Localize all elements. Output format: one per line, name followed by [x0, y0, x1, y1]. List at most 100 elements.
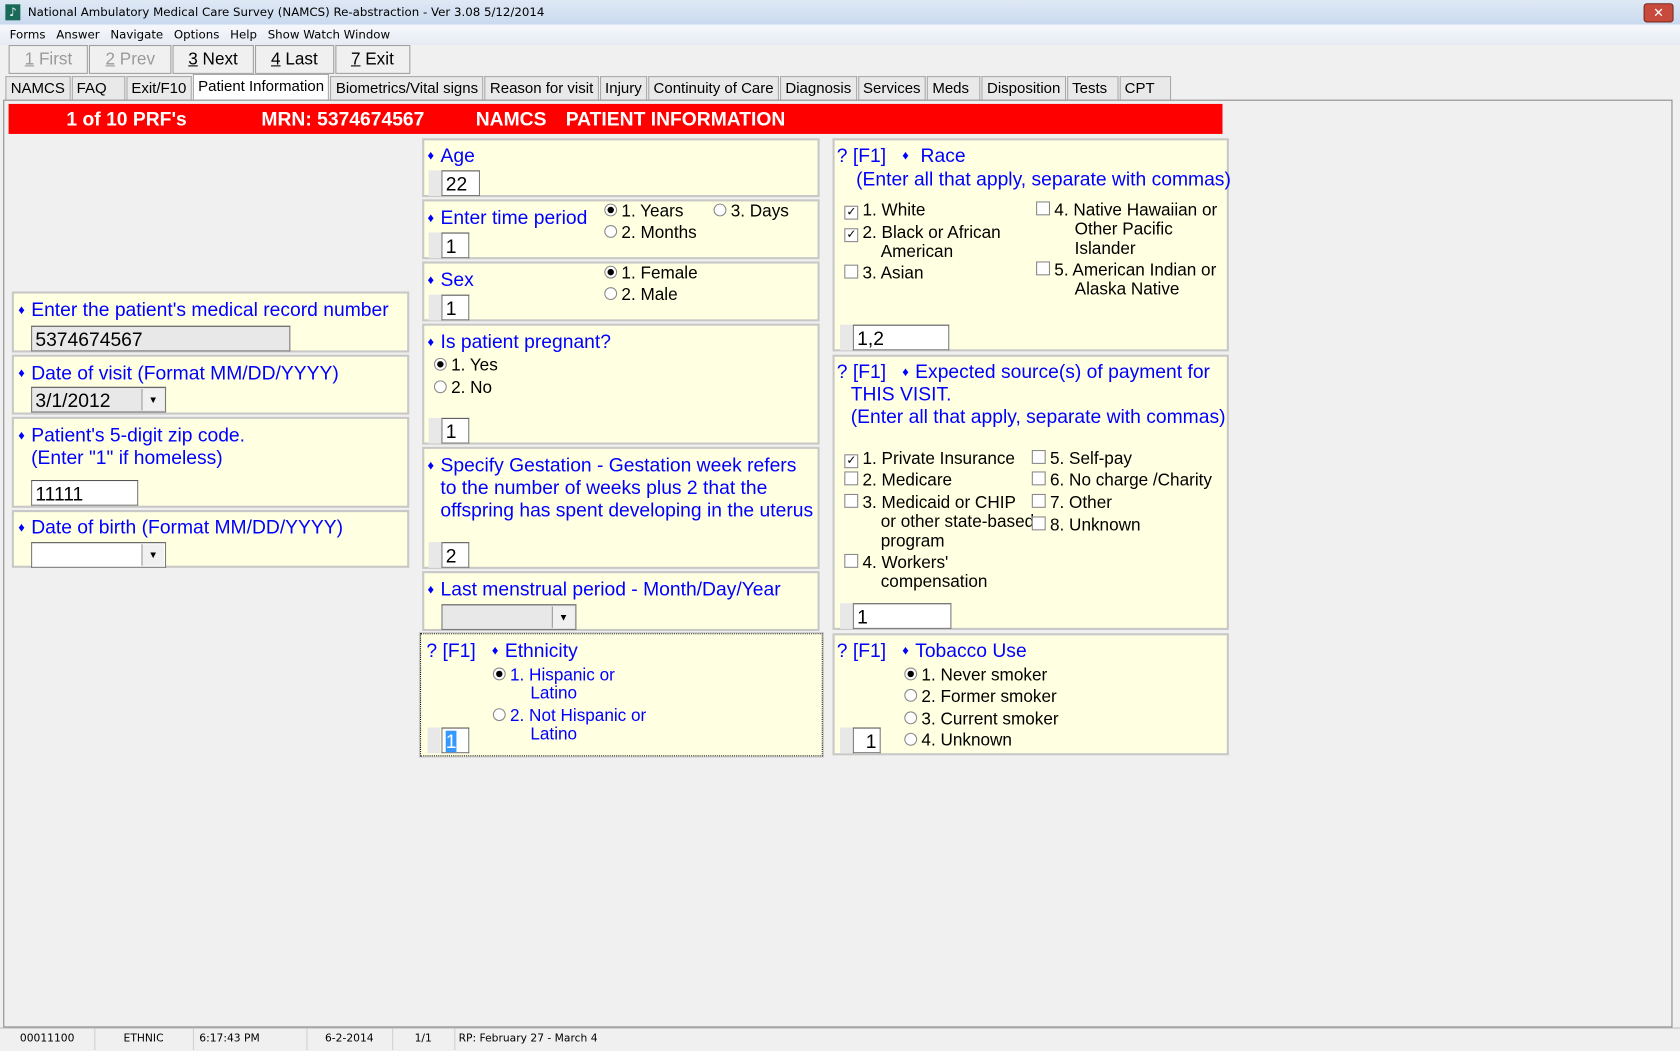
exit-button[interactable]: 7 Exit [334, 45, 410, 74]
prev-button[interactable]: 2 Prev [89, 45, 172, 74]
checkbox[interactable] [1031, 493, 1046, 508]
race-white[interactable]: ✓ 1. White [844, 201, 925, 220]
checkbox[interactable] [1031, 450, 1046, 464]
checkbox-checked[interactable]: ✓ [844, 228, 859, 243]
ethnicity-not-hispanic[interactable]: 2. Not Hispanic or [492, 707, 646, 726]
tab-reason-for-visit[interactable]: Reason for visit [484, 76, 599, 100]
ethnicity-hispanic[interactable]: 1. Hispanic or [492, 666, 615, 685]
help-f1-link[interactable]: ? [F1] [837, 145, 886, 166]
checkbox[interactable] [1031, 516, 1046, 531]
checkbox[interactable] [1036, 201, 1051, 216]
tab-tests[interactable]: Tests [1066, 76, 1119, 100]
payment-medicaid[interactable]: 3. Medicaid or CHIP [844, 493, 1016, 513]
checkbox-checked[interactable]: ✓ [844, 454, 859, 469]
radio[interactable] [492, 708, 506, 722]
chevron-down-icon[interactable]: ▼ [141, 544, 164, 566]
time-period-years[interactable]: 1. Years [604, 203, 683, 222]
ethnicity-input[interactable]: 1 [441, 727, 470, 754]
checkbox[interactable] [844, 471, 859, 486]
last-button[interactable]: 4 Last [254, 45, 334, 74]
dob-dropdown[interactable]: ▼ [31, 542, 167, 568]
tab-diagnosis[interactable]: Diagnosis [780, 76, 857, 100]
pregnant-input[interactable]: 1 [441, 417, 470, 444]
race-native-hawaiian[interactable]: 4. Native Hawaiian or [1036, 201, 1217, 220]
payment-medicare[interactable]: 2. Medicare [844, 471, 952, 490]
tobacco-never[interactable]: 1. Never smoker [904, 666, 1047, 685]
visit-date-dropdown[interactable]: 3/1/2012 ▼ [31, 386, 167, 413]
radio[interactable] [904, 732, 918, 746]
tab-cpt[interactable]: CPT [1119, 76, 1171, 100]
tobacco-former[interactable]: 2. Former smoker [904, 688, 1057, 707]
zip-input[interactable]: 11111 [31, 480, 139, 506]
time-period-months[interactable]: 2. Months [604, 224, 697, 243]
time-period-input[interactable]: 1 [441, 232, 470, 259]
menu-help[interactable]: Help [230, 28, 257, 42]
chevron-down-icon[interactable]: ▼ [551, 606, 575, 628]
tab-faq[interactable]: FAQ [71, 76, 125, 100]
tab-continuity-of-care[interactable]: Continuity of Care [648, 76, 779, 100]
tobacco-unknown[interactable]: 4. Unknown [904, 732, 1012, 751]
race-black[interactable]: ✓ 2. Black or African [844, 224, 1001, 243]
menu-options[interactable]: Options [174, 28, 219, 42]
checkbox[interactable] [844, 553, 859, 568]
age-input[interactable]: 22 [441, 170, 481, 197]
checkbox[interactable] [1031, 471, 1046, 486]
radio[interactable] [904, 711, 918, 725]
pregnant-yes[interactable]: 1. Yes [433, 357, 498, 376]
tab-services[interactable]: Services [857, 76, 926, 100]
tobacco-input[interactable]: 1 [852, 727, 881, 754]
menu-forms[interactable]: Forms [10, 28, 46, 42]
checkbox[interactable] [1036, 261, 1051, 276]
race-asian[interactable]: 3. Asian [844, 264, 924, 284]
payment-unknown[interactable]: 8. Unknown [1031, 516, 1141, 535]
radio[interactable] [604, 225, 618, 238]
checkbox-checked[interactable]: ✓ [844, 205, 859, 220]
payment-workers-comp[interactable]: 4. Workers' [844, 553, 948, 573]
race-input[interactable]: 1,2 [852, 324, 950, 351]
required-icon: ♦ [18, 427, 25, 443]
time-period-days[interactable]: 3. Days [713, 203, 789, 222]
close-button[interactable]: ✕ [1643, 3, 1674, 23]
menu-navigate[interactable]: Navigate [110, 28, 163, 42]
radio-selected[interactable] [604, 265, 618, 279]
payment-other[interactable]: 7. Other [1031, 493, 1112, 513]
tab-biometrics[interactable]: Biometrics/Vital signs [330, 76, 484, 100]
mrn-input[interactable]: 5374674567 [31, 325, 291, 352]
payment-self-pay[interactable]: 5. Self-pay [1031, 450, 1132, 469]
tab-patient-information[interactable]: Patient Information [192, 73, 330, 100]
tobacco-current[interactable]: 3. Current smoker [904, 710, 1059, 729]
sex-input[interactable]: 1 [441, 294, 470, 321]
payment-input[interactable]: 1 [852, 603, 952, 629]
tab-injury[interactable]: Injury [599, 76, 648, 100]
radio[interactable] [713, 203, 727, 217]
help-f1-link[interactable]: ? [F1] [426, 640, 475, 661]
checkbox[interactable] [844, 264, 859, 279]
checkbox[interactable] [844, 493, 859, 508]
radio[interactable] [904, 688, 918, 702]
lmp-dropdown[interactable]: ▼ [441, 604, 577, 631]
payment-private[interactable]: ✓ 1. Private Insurance [844, 450, 1015, 469]
radio-selected[interactable] [492, 667, 506, 681]
pregnant-no[interactable]: 2. No [433, 379, 492, 398]
radio-selected[interactable] [604, 203, 618, 217]
radio-selected[interactable] [433, 357, 447, 371]
help-f1-link[interactable]: ? [F1] [837, 640, 886, 661]
menu-answer[interactable]: Answer [56, 28, 99, 42]
payment-no-charge[interactable]: 6. No charge /Charity [1031, 471, 1212, 490]
radio[interactable] [604, 287, 618, 301]
race-american-indian[interactable]: 5. American Indian or [1036, 261, 1216, 280]
help-f1-link[interactable]: ? [F1] [837, 361, 886, 382]
chevron-down-icon[interactable]: ▼ [141, 388, 164, 411]
sex-male[interactable]: 2. Male [604, 286, 678, 305]
sex-female[interactable]: 1. Female [604, 265, 698, 284]
tab-exit[interactable]: Exit/F10 [125, 76, 192, 100]
next-button[interactable]: 3 Next [172, 45, 254, 74]
radio[interactable] [433, 380, 447, 394]
radio-selected[interactable] [904, 667, 918, 681]
tab-meds[interactable]: Meds [926, 76, 981, 100]
menu-show-watch-window[interactable]: Show Watch Window [268, 28, 390, 42]
tab-namcs[interactable]: NAMCS [5, 76, 71, 100]
first-button[interactable]: 1 First [8, 45, 89, 74]
tab-disposition[interactable]: Disposition [981, 76, 1066, 100]
gestation-input[interactable]: 2 [441, 542, 470, 568]
